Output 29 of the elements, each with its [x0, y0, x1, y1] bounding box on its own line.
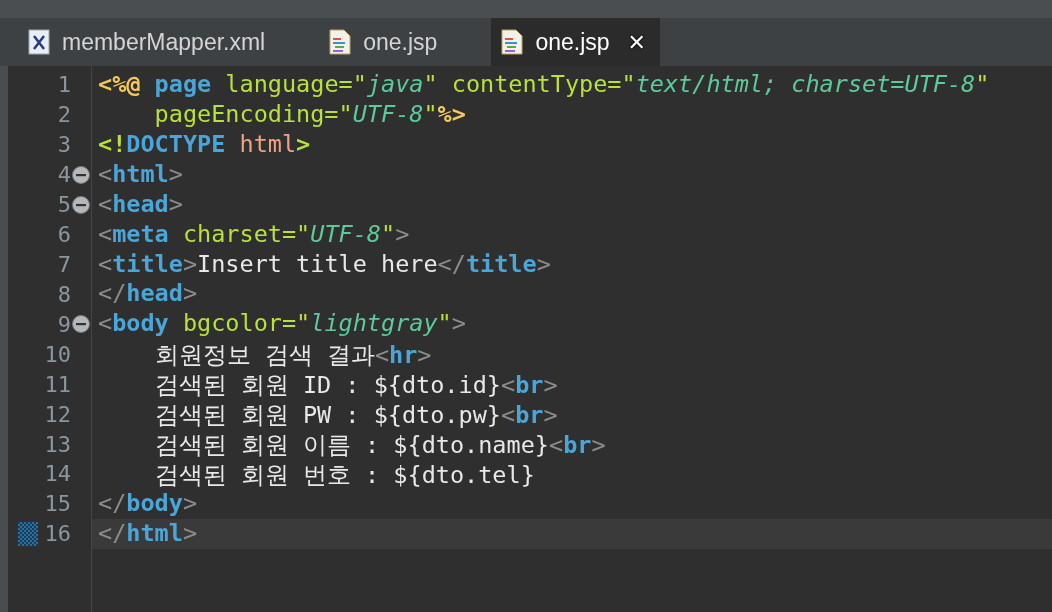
line-number: 4 [57, 162, 71, 188]
editor-tab[interactable]: one.jsp [319, 18, 452, 66]
line-number: 5 [57, 192, 71, 218]
tab-label: memberMapper.xml [62, 28, 266, 56]
line-number: 6 [57, 222, 72, 248]
line-number: 15 [44, 491, 72, 517]
xml-file-icon [28, 29, 50, 55]
line-number: 14 [44, 461, 72, 487]
line-number: 3 [57, 132, 72, 158]
line-number: 7 [57, 252, 72, 277]
editor-tab[interactable]: memberMapper.xml [18, 18, 280, 66]
tab-label: one.jsp [535, 28, 610, 56]
jsp-file-icon [329, 29, 352, 55]
line-number: 1 [57, 72, 72, 98]
tab-label: one.jsp [363, 28, 438, 56]
collapse-icon[interactable] [71, 314, 91, 335]
close-icon[interactable]: ✕ [627, 29, 646, 55]
editor-tab[interactable]: one.jsp ✕ [491, 18, 660, 66]
collapse-icon[interactable] [71, 194, 91, 215]
line-number: 13 [44, 431, 72, 457]
line-number: 9 [57, 311, 71, 337]
line-number: 12 [44, 401, 72, 427]
line-number: 10 [44, 341, 72, 367]
line-number: 8 [57, 281, 72, 307]
line-number: 16 [44, 521, 72, 547]
collapse-icon[interactable] [71, 164, 91, 185]
jsp-file-icon [501, 29, 524, 55]
line-number: 2 [57, 102, 72, 128]
line-number: 11 [44, 371, 72, 397]
